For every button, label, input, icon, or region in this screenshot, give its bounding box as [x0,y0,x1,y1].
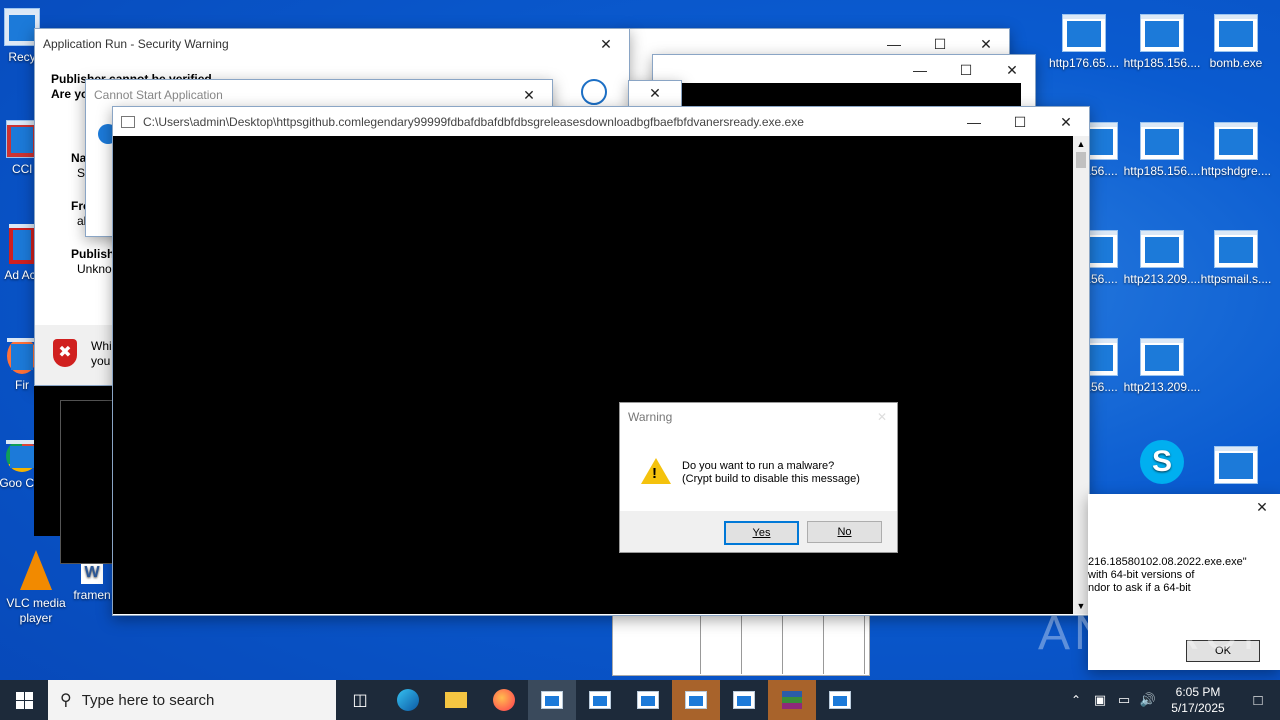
desktop-icon-http185-a[interactable]: http185.156.... [1122,14,1202,71]
window-title: C:\Users\admin\Desktop\httpsgithub.comle… [143,115,804,129]
console-output-area[interactable] [113,136,1073,614]
app-window-icon [541,691,563,709]
vertical-scrollbar[interactable]: ▲ ▼ [1073,136,1089,614]
close-icon[interactable]: ✕ [1244,494,1280,520]
small-dialog-back[interactable]: ✕ [628,80,682,108]
taskbar: ⚲ Type here to search ◫ ⌃ ▣ ▭ 🔊 6:05 PM … [0,680,1280,720]
app-window-icon [1140,122,1184,160]
app-window-icon [1062,14,1106,52]
firefox-icon [7,338,37,374]
no-button[interactable]: No [807,521,882,543]
folder-icon [445,692,467,708]
app-window-icon [637,691,659,709]
publisher-label: Publish [71,247,115,261]
close-icon[interactable]: ✕ [1043,107,1089,137]
taskbar-app-1[interactable] [528,680,576,720]
taskbar-firefox[interactable] [480,680,528,720]
app-window-icon [1140,338,1184,376]
search-placeholder: Type here to search [81,691,215,709]
app-window-icon [589,691,611,709]
scroll-up-arrow-icon[interactable]: ▲ [1073,136,1089,152]
desktop-icon-app-bottom[interactable] [1196,446,1276,488]
yes-button[interactable]: Yes [724,521,799,545]
taskbar-app-2[interactable] [576,680,624,720]
taskbar-app-5[interactable] [720,680,768,720]
search-icon: ⚲ [60,692,72,709]
maximize-icon[interactable]: ☐ [997,107,1043,137]
publisher-value: Unkno [77,262,112,276]
clock[interactable]: 6:05 PM 5/17/2025 [1160,684,1236,716]
desktop-icon-httpsmail[interactable]: httpsmail.s.... [1196,230,1276,287]
notifications-icon[interactable]: □ [1236,692,1280,709]
app-window-icon [733,691,755,709]
window-title: Cannot Start Application [94,88,223,102]
window-title: Application Run - Security Warning [43,37,229,51]
maximize-icon[interactable]: ☐ [943,55,989,85]
close-icon[interactable]: ✕ [629,81,681,105]
desktop-icon-http213-b[interactable]: http213.209.... [1122,338,1202,395]
minimize-icon[interactable]: — [951,107,997,137]
close-icon[interactable]: ✕ [877,410,897,424]
clock-time: 6:05 PM [1175,685,1221,699]
desktop-icon-http185-b[interactable]: http185.156.... [1122,122,1202,179]
desktop-icon-http176[interactable]: http176.65.... [1044,14,1124,71]
taskbar-edge[interactable] [384,680,432,720]
windows-logo-icon [15,691,33,709]
anyrun-watermark: ANY RUN [1038,607,1280,660]
warning-exclamation: ! [652,465,657,482]
taskbar-winrar[interactable] [768,680,816,720]
console-icon [121,116,135,128]
desktop-icon-httpshdgre[interactable]: httpshdgre.... [1196,122,1276,179]
app-window-icon [1140,230,1184,268]
acrobat-icon [9,224,35,264]
app-window-icon [685,691,707,709]
taskbar-file-explorer[interactable] [432,680,480,720]
task-view-button[interactable]: ◫ [336,680,384,720]
task-view-icon: ◫ [352,692,368,709]
taskbar-app-4[interactable] [672,680,720,720]
app-window-icon [1214,446,1258,484]
close-icon[interactable]: ✕ [989,55,1035,85]
close-icon[interactable]: ✕ [583,29,629,59]
app-window-icon [1214,122,1258,160]
system-tray: ⌃ ▣ ▭ 🔊 6:05 PM 5/17/2025 □ [1064,680,1280,720]
shield-icon: ✖ [53,339,77,367]
warning-dialog[interactable]: Warning ✕ ! Do you want to run a malware… [619,402,898,553]
winrar-icon [782,691,802,709]
start-button[interactable] [0,680,48,720]
taskbar-app-6[interactable] [816,680,864,720]
network-icon[interactable]: ▣ [1088,692,1112,708]
chevron-up-icon[interactable]: ⌃ [1064,693,1088,707]
background-dialog-stack-lines [660,612,868,674]
dialog-message: 216.18580102.08.2022.exe.exe" with 64-bi… [1088,556,1247,594]
scroll-thumb[interactable] [1076,152,1086,168]
desktop-icon-skype[interactable]: S [1122,440,1202,484]
vlc-icon [20,550,52,590]
volume-icon[interactable]: 🔊 [1136,692,1160,708]
taskbar-app-3[interactable] [624,680,672,720]
warning-message: Do you want to run a malware? (Crypt bui… [682,460,860,485]
app-window-icon [1214,14,1258,52]
app-window-icon [1140,14,1184,52]
minimize-icon[interactable]: — [897,55,943,85]
word-document-icon: W [81,562,103,584]
desktop-icon-bomb-exe[interactable]: bomb.exe [1196,14,1276,71]
app-window-icon [829,691,851,709]
firefox-icon [493,689,515,711]
app-window-icon [1214,230,1258,268]
clock-date: 5/17/2025 [1171,701,1225,715]
desktop-icon-http213-a[interactable]: http213.209.... [1122,230,1202,287]
display-icon[interactable]: ▭ [1112,692,1136,708]
edge-icon [397,689,419,711]
console-window[interactable]: C:\Users\admin\Desktop\httpsgithub.comle… [112,106,1090,616]
search-box[interactable]: ⚲ Type here to search [48,680,336,720]
window-title: Warning [628,410,673,424]
globe-icon [581,79,607,105]
skype-icon: S [1140,440,1184,484]
